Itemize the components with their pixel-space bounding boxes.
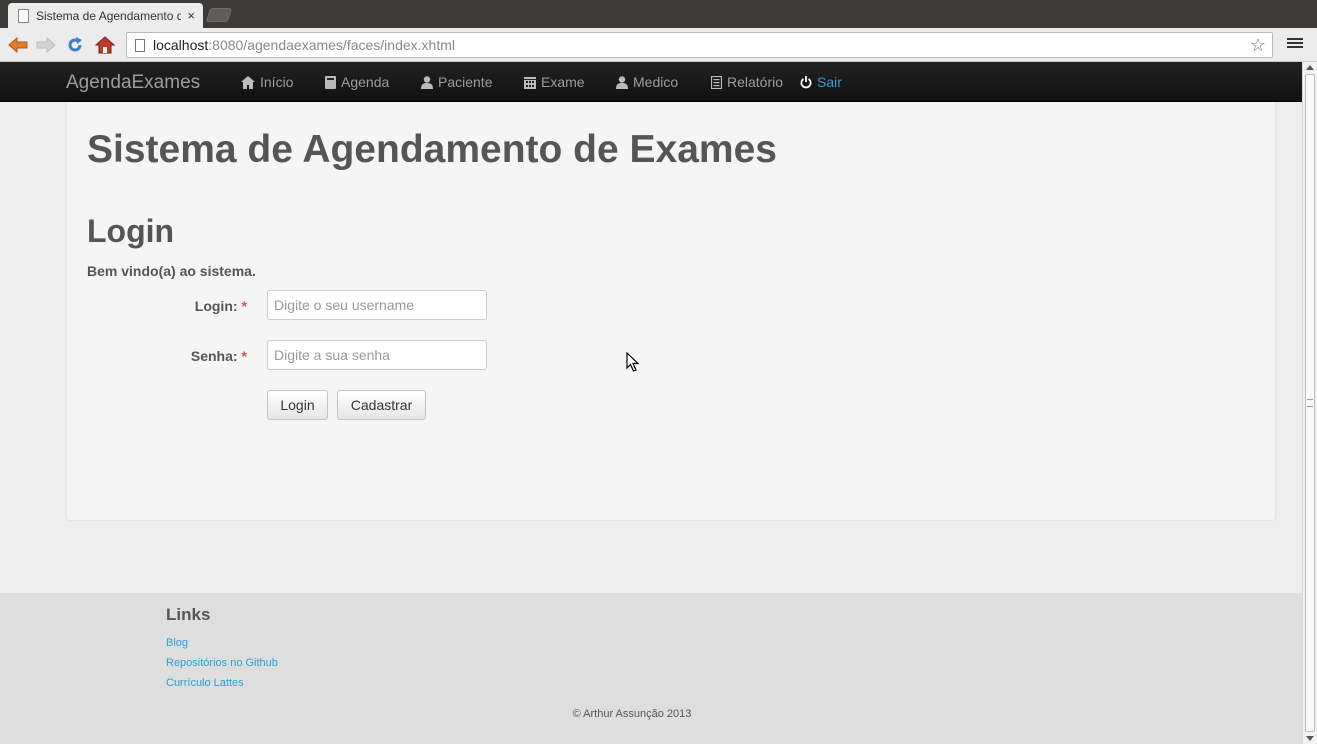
- page-icon: [135, 38, 145, 52]
- forward-button[interactable]: [35, 34, 57, 56]
- page-footer: Links Blog Repositórios no Github Curríc…: [0, 593, 1302, 744]
- footer-link-lattes[interactable]: Currículo Lattes: [166, 677, 244, 689]
- nav-item-inicio[interactable]: Início: [241, 74, 293, 90]
- nav-item-paciente[interactable]: Paciente: [421, 74, 492, 90]
- copyright-text: © Arthur Assunção 2013: [572, 708, 692, 720]
- new-tab-button[interactable]: [205, 8, 233, 22]
- footer-links-title: Links: [166, 605, 211, 624]
- nav-item-agenda[interactable]: Agenda: [325, 74, 389, 90]
- power-off-icon: [800, 75, 812, 88]
- welcome-text: Bem vindo(a) ao sistema.: [87, 263, 256, 279]
- mouse-cursor-icon: [626, 352, 640, 372]
- login-panel: Sistema de Agendamento de Exames Login B…: [66, 102, 1276, 521]
- browser-tab[interactable]: Sistema de Agendamento de Exames ×: [8, 3, 203, 28]
- navbar-brand[interactable]: AgendaExames: [66, 72, 200, 94]
- nav-label-exame: Exame: [541, 74, 585, 90]
- tab-title: Sistema de Agendamento de Exames: [36, 8, 182, 23]
- nav-item-exame[interactable]: Exame: [524, 74, 585, 90]
- section-title-login: Login: [87, 213, 175, 249]
- home-icon: [241, 75, 255, 89]
- reload-icon: [68, 37, 82, 52]
- reload-button[interactable]: [64, 34, 86, 56]
- forward-arrow-icon: [36, 37, 56, 53]
- top-navbar: AgendaExames Início Agenda Paciente Exam…: [0, 62, 1302, 102]
- login-label: Login: *: [87, 298, 247, 314]
- address-bar[interactable]: localhost:8080/agendaexames/faces/index.…: [126, 32, 1273, 58]
- calendar-icon: [524, 76, 536, 89]
- list-alt-icon: [711, 75, 722, 89]
- nav-item-medico[interactable]: Medico: [616, 74, 678, 90]
- page-viewport: AgendaExames Início Agenda Paciente Exam…: [0, 62, 1302, 744]
- home-button[interactable]: [94, 34, 116, 56]
- url-path: :8080/agendaexames/faces/index.xhtml: [208, 37, 455, 53]
- user-icon: [421, 75, 433, 89]
- back-button[interactable]: [7, 34, 29, 56]
- scroll-down-icon[interactable]: [1306, 736, 1314, 741]
- login-button[interactable]: Login: [267, 390, 328, 420]
- page-title: Sistema de Agendamento de Exames: [87, 128, 777, 171]
- footer-link-blog[interactable]: Blog: [166, 637, 188, 649]
- nav-item-sair[interactable]: Sair: [800, 74, 842, 90]
- scroll-up-icon[interactable]: [1306, 65, 1314, 70]
- browser-toolbar: localhost:8080/agendaexames/faces/index.…: [0, 28, 1317, 62]
- nav-label-medico: Medico: [633, 74, 679, 90]
- footer-link-github[interactable]: Repositórios no Github: [166, 657, 278, 669]
- nav-label-relatorio: Relatório: [727, 74, 784, 90]
- page-favicon-icon: [18, 8, 29, 23]
- nav-item-relatorio[interactable]: Relatório: [711, 74, 783, 90]
- browser-menu-button[interactable]: [1287, 36, 1303, 52]
- required-mark: *: [241, 298, 247, 314]
- senha-label: Senha: *: [87, 348, 247, 364]
- scrollbar-grip: [1307, 399, 1313, 407]
- nav-label-sair: Sair: [817, 74, 842, 90]
- nav-label-paciente: Paciente: [438, 74, 493, 90]
- url-host: localhost: [153, 37, 209, 53]
- page-scrollbar[interactable]: [1302, 62, 1317, 744]
- username-input[interactable]: [267, 290, 487, 320]
- nav-label-inicio: Início: [260, 74, 294, 90]
- browser-tabstrip: Sistema de Agendamento de Exames ×: [0, 0, 1317, 28]
- cadastrar-button[interactable]: Cadastrar: [337, 390, 426, 420]
- home-icon: [95, 36, 115, 54]
- user-icon: [616, 75, 628, 89]
- password-input[interactable]: [267, 340, 487, 370]
- senha-label-text: Senha:: [190, 348, 238, 364]
- back-arrow-icon: [8, 37, 28, 53]
- login-label-text: Login:: [194, 298, 238, 314]
- bookmark-star-icon[interactable]: ☆: [1250, 35, 1266, 56]
- tab-close-icon[interactable]: ×: [187, 8, 195, 23]
- nav-label-agenda: Agenda: [341, 74, 390, 90]
- book-icon: [325, 75, 336, 89]
- required-mark: *: [241, 348, 247, 364]
